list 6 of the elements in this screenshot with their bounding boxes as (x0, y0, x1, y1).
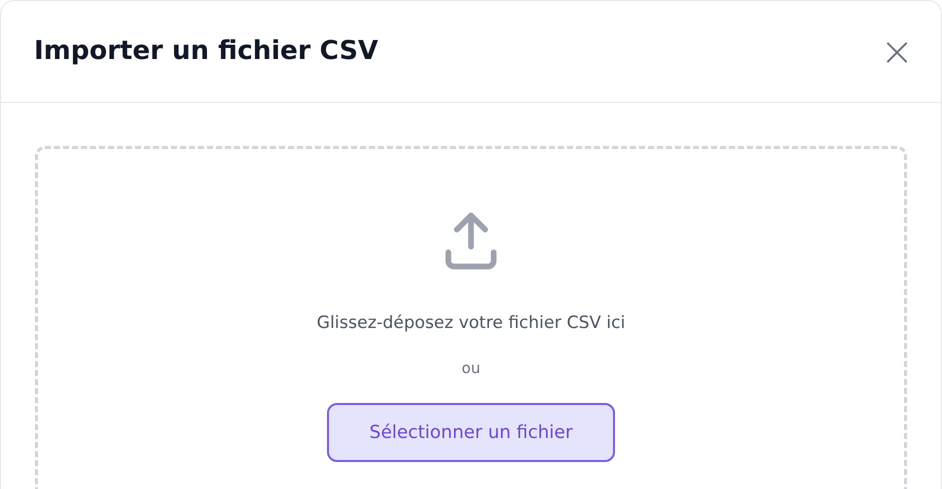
dialog-title: Importer un fichier CSV (34, 35, 378, 68)
select-file-button[interactable]: Sélectionner un fichier (327, 403, 615, 462)
dropzone-instruction: Glissez-déposez votre fichier CSV ici (316, 312, 626, 335)
dropzone[interactable]: Glissez-déposez votre fichier CSV ici ou Sélectionner un fichier (35, 146, 907, 489)
separator-text: ou (462, 358, 480, 378)
close-button[interactable]: × (879, 34, 915, 70)
